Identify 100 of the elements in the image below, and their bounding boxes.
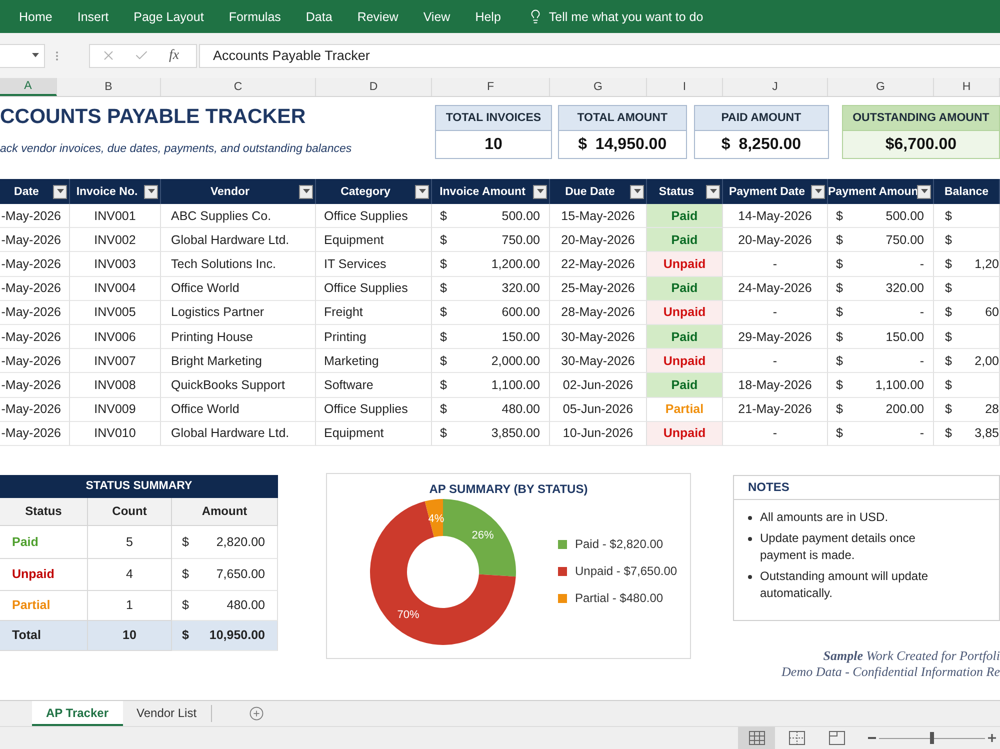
ribbon-tab[interactable]: Page Layout xyxy=(134,10,204,24)
table-cell: 14-May-2026 xyxy=(723,204,828,228)
filter-dropdown-button[interactable] xyxy=(706,184,720,198)
header-label: Vendor xyxy=(210,186,250,198)
kpi-label: PAID AMOUNT xyxy=(694,106,828,131)
table-cell: Office Supplies xyxy=(316,398,432,422)
status-cell: Paid xyxy=(647,228,723,252)
page-layout-icon xyxy=(828,731,844,745)
currency-symbol: $ xyxy=(945,402,952,416)
bullet-icon xyxy=(748,574,752,579)
status-cell: Paid xyxy=(647,373,723,398)
amount-value: 320.00 xyxy=(502,281,540,296)
status-cell: Paid xyxy=(647,276,723,301)
header-label: Payment Date xyxy=(728,186,806,198)
note-text: Update payment details once payment is made. xyxy=(760,530,916,564)
plus-icon[interactable] xyxy=(988,734,996,742)
kpi-label: TOTAL AMOUNT xyxy=(559,106,686,131)
ribbon-tab[interactable]: Data xyxy=(306,10,332,24)
filter-dropdown-button[interactable] xyxy=(630,184,644,198)
view-button[interactable] xyxy=(738,727,775,749)
tell-me-search[interactable]: Tell me what you want to do xyxy=(528,9,704,24)
kpi-value: 10 xyxy=(484,134,504,154)
currency-symbol: $ xyxy=(182,628,189,642)
total-cell: Total xyxy=(0,620,88,651)
amount-value: 1,100.00 xyxy=(491,378,540,392)
ribbon-tab[interactable]: Review xyxy=(357,10,398,24)
amount-value: 7,650.00 xyxy=(216,567,265,582)
ribbon-tab[interactable]: Help xyxy=(475,10,501,24)
table-cell: Global Hardware Ltd. xyxy=(161,228,316,252)
function-button[interactable]: fx xyxy=(169,48,180,64)
table-cell: -May-2026 xyxy=(0,324,70,350)
table-cell: 1 xyxy=(88,590,172,621)
legend-label: Unpaid - $7,650.00 xyxy=(575,564,678,580)
amount-value: 60 xyxy=(985,305,999,320)
table-cell: 24-May-2026 xyxy=(723,276,828,301)
currency-symbol: $ xyxy=(182,598,189,612)
footer-note: Sample Work Created for Portfoli xyxy=(823,648,1000,664)
table-cell: ABC Supplies Co. xyxy=(161,204,316,228)
table-cell: INV003 xyxy=(70,252,161,277)
ribbon-tab[interactable]: View xyxy=(423,10,450,24)
sheet-subtitle: ack vendor invoices, due dates, payments, and outstanding balances xyxy=(0,142,353,156)
amount-value: 500.00 xyxy=(502,208,540,223)
table-cell: -May-2026 xyxy=(0,373,70,398)
kpi-value: $6,700.00 xyxy=(884,134,958,154)
table-cell: Tech Solutions Inc. xyxy=(161,252,316,277)
formula-input[interactable]: Accounts Payable Tracker xyxy=(199,44,1000,68)
currency-symbol: $ xyxy=(945,232,952,247)
table-cell: INV002 xyxy=(70,228,161,252)
amount-value: - xyxy=(920,305,924,320)
table-cell: Equipment xyxy=(316,228,432,252)
status-cell: Unpaid xyxy=(647,252,723,277)
table-cell: INV008 xyxy=(70,373,161,398)
currency-symbol: $ xyxy=(836,256,843,271)
amount-value: - xyxy=(920,354,924,368)
filter-dropdown-button[interactable] xyxy=(53,184,67,198)
filter-dropdown-button[interactable] xyxy=(917,184,931,198)
table-cell: Software xyxy=(316,373,432,398)
footer-note: Demo Data - Confidential Information Re xyxy=(782,664,1000,680)
table-cell: Office Supplies xyxy=(316,204,432,228)
currency-symbol: $ xyxy=(836,426,843,440)
plus-circle-icon[interactable] xyxy=(248,706,264,721)
caret-icon xyxy=(536,189,544,194)
amount-value: 750.00 xyxy=(502,232,540,247)
currency-symbol: $ xyxy=(836,232,843,247)
ribbon-tab[interactable]: Formulas xyxy=(228,10,281,24)
caret-icon xyxy=(418,189,426,194)
caret-icon xyxy=(302,189,310,194)
ribbon-tab[interactable]: Insert xyxy=(77,10,109,24)
filter-dropdown-button[interactable] xyxy=(811,184,825,198)
sheet-tab[interactable]: Vendor List xyxy=(122,701,211,726)
amount-value: - xyxy=(920,256,924,271)
ribbon-tab[interactable]: Home xyxy=(19,10,52,24)
table-cell: INV010 xyxy=(70,422,161,446)
currency-symbol: $ xyxy=(440,378,447,392)
currency-symbol: $ xyxy=(182,567,189,582)
table-cell: Logistics Partner xyxy=(161,300,316,325)
status-cell: Unpaid xyxy=(647,300,723,325)
caret-icon xyxy=(148,189,154,194)
filter-dropdown-button[interactable] xyxy=(299,184,313,198)
currency-symbol: $ xyxy=(836,354,843,368)
table-cell: - xyxy=(723,422,828,446)
column-header: Status xyxy=(0,498,88,526)
table-cell: 21-May-2026 xyxy=(723,398,828,422)
filter-dropdown-button[interactable] xyxy=(533,184,547,198)
column-header[interactable]: A xyxy=(0,78,57,96)
bullet-icon xyxy=(748,516,752,520)
caret-icon xyxy=(32,53,39,58)
grid-icon xyxy=(748,731,764,745)
table-cell: Printing House xyxy=(161,324,316,350)
filter-dropdown-button[interactable] xyxy=(415,184,429,198)
currency-symbol: $ xyxy=(440,232,447,247)
table-cell: Office Supplies xyxy=(316,276,432,301)
legend-label: Partial - $480.00 xyxy=(575,591,664,606)
currency-symbol: $ xyxy=(945,426,952,440)
zoom-slider-thumb[interactable] xyxy=(930,732,934,744)
amount-value: 480.00 xyxy=(226,598,265,612)
sheet-tab[interactable]: AP Tracker xyxy=(32,701,122,726)
amount-value: 150.00 xyxy=(886,330,924,344)
amount-value: 1,100.00 xyxy=(875,378,924,392)
filter-dropdown-button[interactable] xyxy=(144,184,158,198)
